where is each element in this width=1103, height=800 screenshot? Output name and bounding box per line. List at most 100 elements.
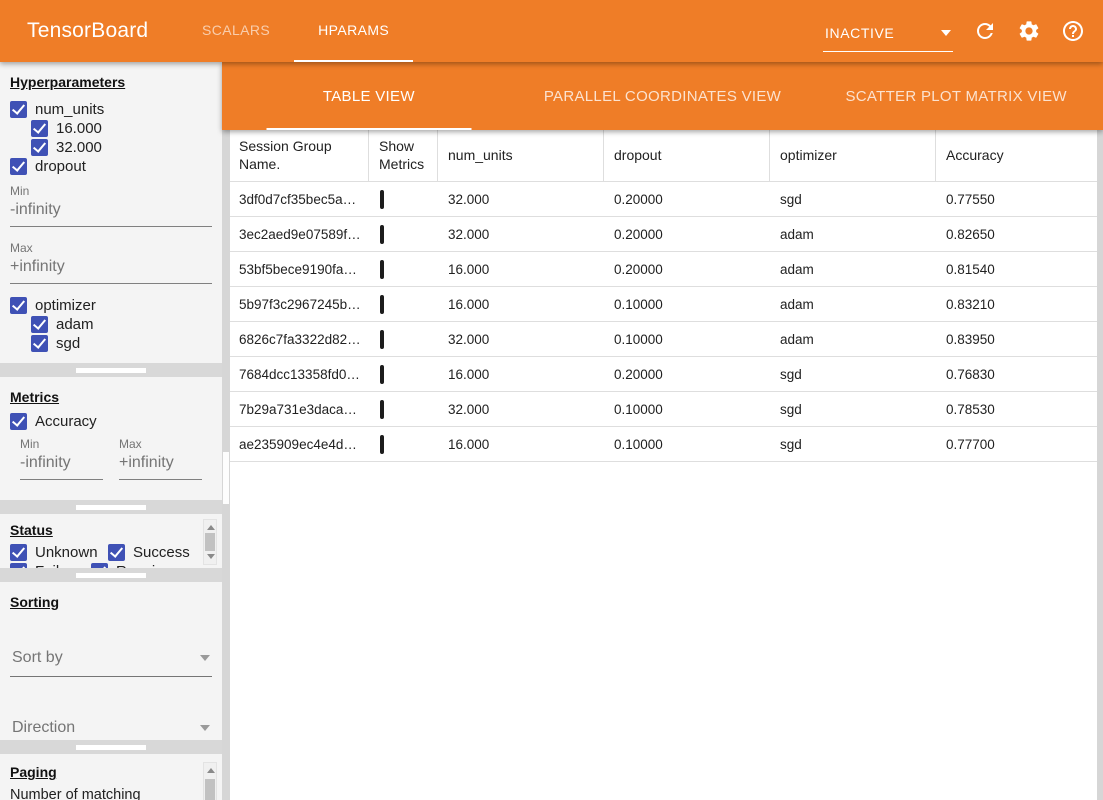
settings-button[interactable]	[1017, 19, 1041, 43]
checkbox-optimizer[interactable]	[10, 297, 27, 314]
status-success-label: Success	[133, 544, 190, 561]
checkbox-16[interactable]	[31, 120, 48, 137]
table-row: 7b29a731e3daca… 32.000 0.10000 sgd 0.785…	[230, 392, 1097, 427]
run-status-dropdown[interactable]: INACTIVE	[823, 25, 953, 52]
main-panel: TABLE VIEW PARALLEL COORDINATES VIEW SCA…	[222, 62, 1103, 800]
plugin-tabs: SCALARS HPARAMS	[178, 0, 413, 62]
optimizer-value: adam	[770, 332, 936, 347]
num-units-value: 32.000	[438, 192, 604, 207]
scroll-up-icon[interactable]	[207, 768, 215, 773]
accuracy-min-field: Min	[20, 437, 103, 480]
sidebar-scrollbar[interactable]	[222, 130, 230, 800]
hparam-optimizer-adam: adam	[31, 315, 212, 333]
dropout-max-field: Max	[10, 241, 212, 284]
table-row: 5b97f3c2967245b… 16.000 0.10000 adam 0.8…	[230, 287, 1097, 322]
tab-scatter-plot-matrix-view[interactable]: SCATTER PLOT MATRIX VIEW	[809, 62, 1103, 130]
section-resize-handle[interactable]	[76, 505, 146, 510]
metrics-section: Metrics Accuracy Min Max	[0, 377, 222, 500]
status-scroll-thumb[interactable]	[205, 533, 215, 551]
accuracy-value: 0.83210	[936, 297, 1097, 312]
checkbox-running[interactable]	[91, 563, 108, 569]
checkbox-sgd[interactable]	[31, 335, 48, 352]
show-metrics-checkbox[interactable]	[380, 295, 384, 314]
header-dropout[interactable]: dropout	[604, 130, 770, 181]
num-units-value: 16.000	[438, 437, 604, 452]
optimizer-value: adam	[770, 297, 936, 312]
section-resize-handle[interactable]	[76, 368, 146, 373]
show-metrics-checkbox[interactable]	[380, 365, 384, 384]
optimizer-value: sgd	[770, 402, 936, 417]
show-metrics-checkbox[interactable]	[380, 400, 384, 419]
accuracy-max-input[interactable]	[119, 451, 202, 480]
accuracy-value: 0.76830	[936, 367, 1097, 382]
checkbox-accuracy[interactable]	[10, 413, 27, 430]
show-metrics-checkbox[interactable]	[380, 260, 384, 279]
tab-parallel-coordinates-view[interactable]: PARALLEL COORDINATES VIEW	[516, 62, 810, 130]
paging-scroll-thumb[interactable]	[205, 779, 215, 800]
hparams-plugin: Hyperparameters num_units 16.000 32.000 …	[0, 62, 1103, 800]
status-success: Success	[108, 544, 190, 561]
sorting-section: Sorting Sort by Direction	[0, 582, 222, 740]
status-failure: Failure	[10, 563, 80, 569]
checkbox-success[interactable]	[108, 544, 125, 561]
session-group-name: 7684dcc13358fd0…	[230, 367, 369, 382]
sorting-title: Sorting	[10, 594, 59, 610]
accuracy-min-label: Min	[20, 437, 103, 451]
status-row-1: Unknown Success	[10, 543, 198, 561]
table-view-container: Session Group Name. Show Metrics num_uni…	[222, 130, 1103, 800]
accuracy-value: 0.82650	[936, 227, 1097, 242]
dropout-max-input[interactable]	[10, 255, 212, 284]
section-divider	[0, 363, 222, 377]
status-running: Running	[91, 563, 172, 569]
table-scrollbar[interactable]	[1097, 130, 1103, 800]
optimizer-value: adam	[770, 227, 936, 242]
num-units-value: 32.000	[438, 227, 604, 242]
direction-dropdown[interactable]: Direction	[10, 715, 212, 740]
section-resize-handle[interactable]	[76, 573, 146, 578]
session-group-name: ae235909ec4e4d…	[230, 437, 369, 452]
session-group-name: 6826c7fa3322d82…	[230, 332, 369, 347]
dropout-value: 0.20000	[604, 227, 770, 242]
accuracy-min-input[interactable]	[20, 451, 103, 480]
checkbox-adam[interactable]	[31, 316, 48, 333]
header-accuracy[interactable]: Accuracy	[936, 130, 1097, 181]
sidebar-scroll-thumb[interactable]	[223, 452, 229, 504]
show-metrics-checkbox[interactable]	[380, 435, 384, 454]
scroll-down-icon[interactable]	[207, 554, 215, 559]
optimizer-value: adam	[770, 262, 936, 277]
hparam-num-units-32: 32.000	[31, 138, 212, 156]
show-metrics-checkbox[interactable]	[380, 330, 384, 349]
checkbox-failure[interactable]	[10, 563, 27, 569]
header-show-metrics: Show Metrics	[369, 130, 438, 181]
scroll-up-icon[interactable]	[207, 525, 215, 530]
topbar-controls: INACTIVE	[823, 0, 1085, 62]
dropdown-caret-icon	[941, 30, 951, 36]
sort-by-dropdown[interactable]: Sort by	[10, 645, 212, 677]
show-metrics-checkbox[interactable]	[380, 225, 384, 244]
checkbox-num-units[interactable]	[10, 101, 27, 118]
tab-scalars[interactable]: SCALARS	[178, 0, 294, 62]
paging-scrollbar[interactable]	[203, 762, 217, 800]
session-group-name: 5b97f3c2967245b…	[230, 297, 369, 312]
checkbox-dropout[interactable]	[10, 158, 27, 175]
tab-table-view[interactable]: TABLE VIEW	[222, 62, 516, 130]
dropout-min-input[interactable]	[10, 198, 212, 227]
optimizer-value: sgd	[770, 367, 936, 382]
num-units-value: 32.000	[438, 402, 604, 417]
section-resize-handle[interactable]	[76, 745, 146, 750]
header-session-group-name[interactable]: Session Group Name.	[230, 130, 369, 181]
dropout-value: 0.10000	[604, 297, 770, 312]
metrics-title: Metrics	[10, 389, 59, 405]
hparam-optimizer: optimizer	[10, 296, 212, 314]
tab-hparams[interactable]: HPARAMS	[294, 0, 413, 62]
refresh-button[interactable]	[973, 19, 997, 43]
status-scrollbar[interactable]	[203, 519, 217, 565]
dropout-value: 0.10000	[604, 402, 770, 417]
status-failure-label: Failure	[35, 563, 81, 569]
checkbox-32[interactable]	[31, 139, 48, 156]
help-button[interactable]	[1061, 19, 1085, 43]
checkbox-unknown[interactable]	[10, 544, 27, 561]
header-optimizer[interactable]: optimizer	[770, 130, 936, 181]
header-num-units[interactable]: num_units	[438, 130, 604, 181]
show-metrics-checkbox[interactable]	[380, 190, 384, 209]
